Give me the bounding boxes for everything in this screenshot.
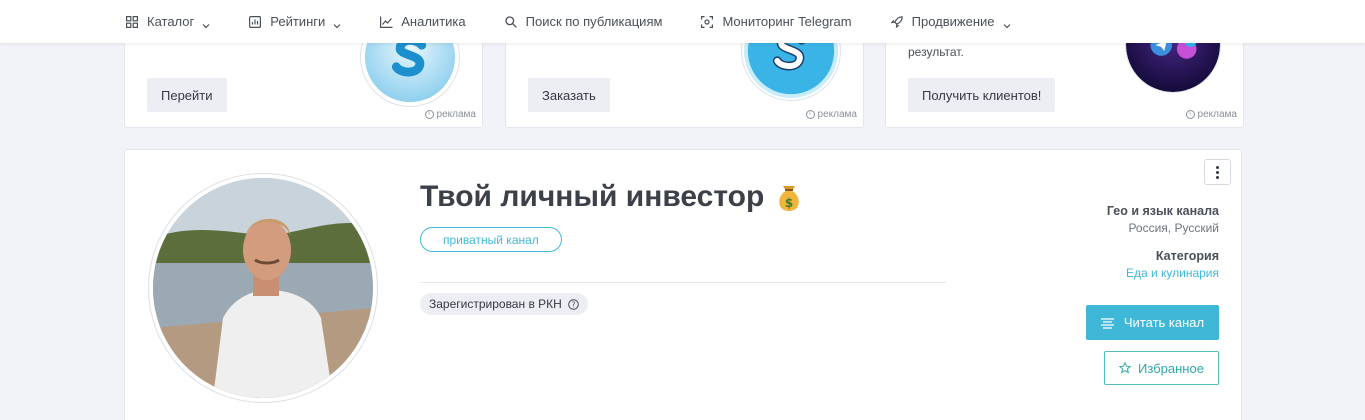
geo-info: Гео и язык канала Россия, Русский — [1107, 204, 1219, 235]
chevron-down-icon — [1003, 18, 1011, 28]
list-icon — [1100, 317, 1114, 329]
nav-item-label: Продвижение — [911, 14, 995, 29]
channel-type-badge: приватный канал — [420, 227, 562, 252]
money-bag-icon: $ — [772, 180, 806, 214]
avatar-photo — [153, 178, 373, 398]
star-icon — [1118, 361, 1132, 374]
rkn-badge[interactable]: Зарегистрирован в РКН ? — [420, 293, 588, 315]
ad-text: результат. — [908, 45, 964, 59]
dot — [1216, 170, 1219, 174]
info-icon: i — [424, 110, 434, 119]
nav-item-label: Мониторинг Telegram — [722, 14, 852, 29]
divider — [420, 282, 946, 283]
nav-item-telegram-monitoring[interactable]: Мониторинг Telegram — [700, 14, 852, 29]
svg-text:?: ? — [571, 300, 575, 309]
svg-text:$: $ — [785, 196, 793, 210]
info-icon: i — [805, 110, 815, 119]
channel-avatar — [148, 173, 378, 403]
scan-icon — [700, 15, 714, 29]
geo-value: Россия, Русский — [1128, 221, 1219, 235]
help-icon: ? — [568, 298, 579, 310]
geo-label: Гео и язык канала — [1106, 204, 1219, 218]
channel-title: Твой личный инвестор $ — [420, 180, 806, 214]
nav-item-label: Каталог — [147, 14, 195, 29]
category-link[interactable]: Еда и кулинария — [1126, 266, 1219, 280]
nav-item-search-publications[interactable]: Поиск по публикациям — [504, 14, 663, 29]
dot — [1216, 165, 1219, 169]
line-chart-icon — [379, 15, 393, 29]
info-icon: i — [1185, 110, 1195, 119]
nav-item-ratings[interactable]: Рейтинги — [248, 14, 341, 29]
chevron-down-icon — [202, 18, 210, 28]
read-channel-button[interactable]: Читать канал — [1086, 305, 1219, 340]
ad-order-button[interactable]: Заказать — [528, 78, 610, 112]
nav-item-label: Рейтинги — [270, 14, 326, 29]
ad-go-button[interactable]: Перейти — [147, 78, 227, 112]
channel-card: Твой личный инвестор $ приватный канал З… — [124, 149, 1242, 420]
rocket-icon — [890, 15, 904, 29]
nav-item-label: Поиск по публикациям — [525, 14, 663, 29]
category-label: Категория — [1155, 249, 1219, 263]
chevron-down-icon — [333, 18, 341, 28]
dot — [1216, 175, 1219, 179]
nav-item-analytics[interactable]: Аналитика — [379, 14, 466, 29]
ad-get-clients-button[interactable]: Получить клиентов! — [908, 78, 1056, 112]
chart-box-icon — [248, 15, 262, 29]
search-icon — [504, 15, 518, 29]
nav-item-label: Аналитика — [401, 14, 466, 29]
favorite-button[interactable]: Избранное — [1104, 351, 1219, 385]
top-navigation: Каталог Рейтинги Аналитика Поиск по публ… — [0, 0, 1365, 43]
nav-item-promotion[interactable]: Продвижение — [890, 14, 1011, 29]
grid-icon — [125, 15, 139, 29]
ad-label: i реклама — [1185, 109, 1237, 120]
nav-item-catalog[interactable]: Каталог — [125, 14, 210, 29]
ad-label: i реклама — [424, 109, 476, 120]
more-options-button[interactable] — [1204, 159, 1231, 185]
category-info: Категория Еда и кулинария — [1126, 249, 1219, 280]
ad-label: i реклама — [805, 109, 857, 120]
